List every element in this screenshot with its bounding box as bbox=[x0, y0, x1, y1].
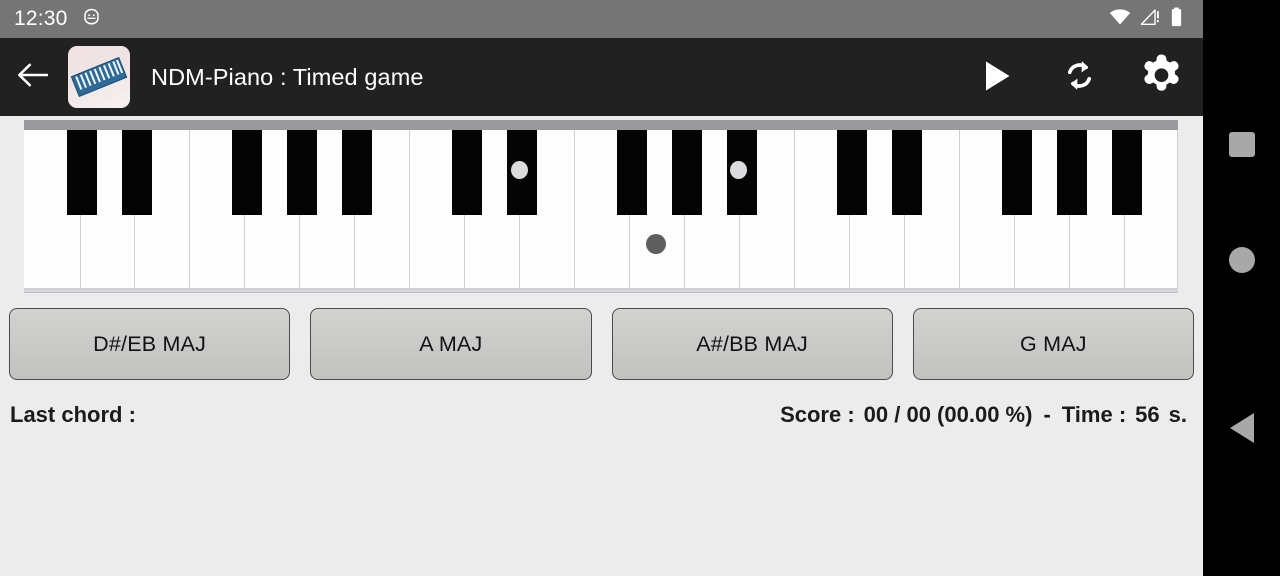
system-navigation-bar bbox=[1203, 0, 1280, 576]
status-line: Last chord : Score : 00 / 00 (00.00 %) -… bbox=[0, 392, 1203, 438]
back-arrow-icon bbox=[17, 62, 48, 93]
app-viewport: 12:30 NDM-Piano: Timed game D#/EB MAJ A… bbox=[0, 0, 1203, 576]
chord-button-4[interactable]: G MAJ bbox=[912, 308, 1194, 380]
piano-black-key[interactable] bbox=[617, 130, 647, 215]
status-bar-right bbox=[1109, 7, 1191, 32]
piano-black-key[interactable] bbox=[1002, 130, 1032, 215]
piano-keyboard[interactable] bbox=[24, 130, 1178, 288]
piano-keyboard-glyph bbox=[70, 57, 128, 97]
back-button[interactable] bbox=[1203, 400, 1280, 456]
home-circle-icon bbox=[1228, 247, 1255, 273]
piano-black-key[interactable] bbox=[672, 130, 702, 215]
app-icon bbox=[68, 46, 130, 108]
note-marker bbox=[730, 161, 747, 179]
chord-button-row: D#/EB MAJ A MAJ A#/BB MAJ G MAJ bbox=[0, 300, 1203, 388]
play-icon bbox=[984, 60, 1011, 95]
chord-button-3[interactable]: A#/BB MAJ bbox=[611, 308, 893, 380]
device-screen: 12:30 NDM-Piano: Timed game D#/EB MAJ A… bbox=[0, 0, 1280, 576]
score-value: 00 / 00 (00.00 %) bbox=[863, 402, 1033, 427]
chord-button-2[interactable]: A MAJ bbox=[310, 308, 592, 380]
settings-button[interactable] bbox=[1139, 54, 1183, 100]
piano-black-key[interactable] bbox=[1112, 130, 1142, 215]
piano-black-key[interactable] bbox=[287, 130, 317, 215]
play-button[interactable] bbox=[975, 55, 1019, 99]
gear-icon bbox=[1140, 54, 1183, 100]
android-notification-icon bbox=[82, 7, 101, 31]
time-value: 56 bbox=[1135, 402, 1160, 427]
piano-frame bbox=[24, 120, 1178, 292]
recents-square-icon bbox=[1228, 131, 1255, 157]
chord-button-1[interactable]: D#/EB MAJ bbox=[9, 308, 291, 380]
recents-button[interactable] bbox=[1203, 116, 1280, 172]
loop-refresh-icon bbox=[1061, 57, 1098, 97]
last-chord-label: Last chord : bbox=[10, 402, 136, 427]
action-bar-icons bbox=[975, 54, 1203, 100]
status-bar-left: 12:30 bbox=[14, 7, 101, 31]
score-time-separator: - bbox=[1043, 402, 1051, 427]
piano-black-key[interactable] bbox=[892, 130, 922, 215]
cell-signal-warning-icon bbox=[1140, 8, 1161, 31]
piano-black-key[interactable] bbox=[342, 130, 372, 215]
piano-black-key[interactable] bbox=[232, 130, 262, 215]
piano-area bbox=[0, 116, 1203, 294]
home-button[interactable] bbox=[1203, 232, 1280, 288]
piano-black-key[interactable] bbox=[67, 130, 97, 215]
piano-black-key[interactable] bbox=[837, 130, 867, 215]
time-unit: s. bbox=[1168, 402, 1187, 427]
action-bar: NDM-Piano : Timed game bbox=[0, 38, 1203, 116]
note-marker bbox=[511, 161, 528, 179]
piano-black-key[interactable] bbox=[122, 130, 152, 215]
battery-full-icon bbox=[1170, 7, 1183, 32]
note-marker bbox=[646, 234, 666, 254]
refresh-button[interactable] bbox=[1057, 55, 1101, 99]
status-bar-clock: 12:30 bbox=[14, 7, 68, 30]
score-time-block: Score : 00 / 00 (00.00 %) - Time : 56 s. bbox=[780, 402, 1193, 428]
piano-black-key[interactable] bbox=[1057, 130, 1087, 215]
page-title: NDM-Piano : Timed game bbox=[151, 63, 424, 90]
status-bar: 12:30 bbox=[0, 0, 1203, 38]
piano-top-rail bbox=[24, 120, 1178, 130]
wifi-icon bbox=[1109, 8, 1131, 31]
back-arrow-button[interactable] bbox=[0, 38, 64, 116]
back-triangle-icon bbox=[1229, 413, 1254, 443]
piano-black-key[interactable] bbox=[452, 130, 482, 215]
score-label: Score : bbox=[780, 402, 855, 427]
time-label: Time : bbox=[1061, 402, 1127, 427]
